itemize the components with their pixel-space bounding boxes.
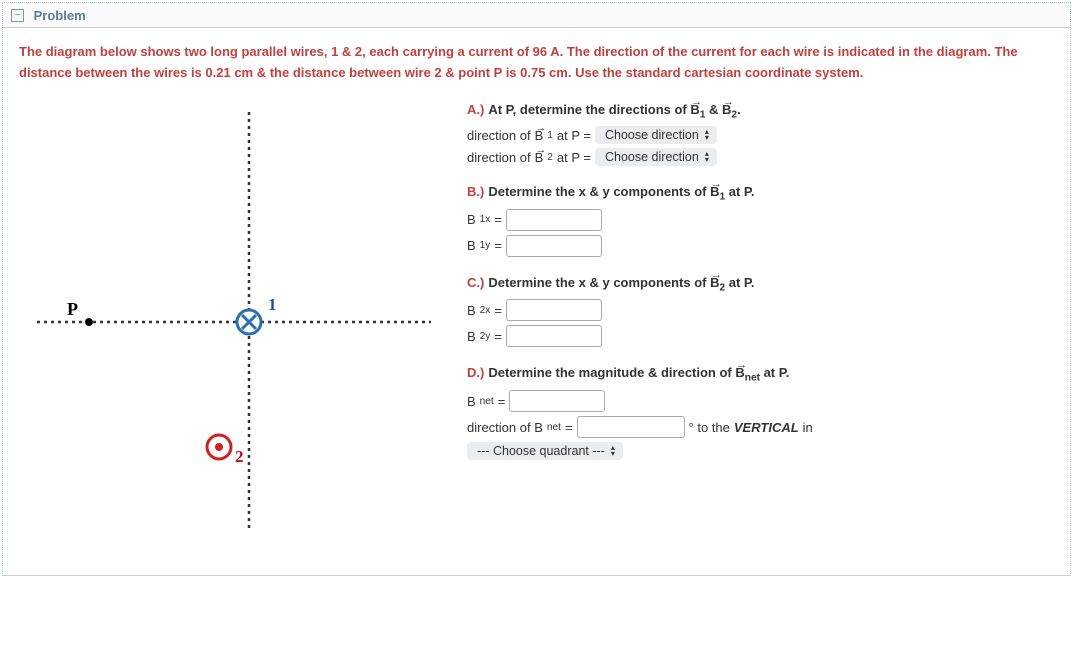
part-d-title: D.)Determine the magnitude & direction o… [467, 365, 1054, 384]
b2x-row: B2x = [467, 299, 1054, 321]
part-a-title: A.)At P, determine the directions of B1 … [467, 102, 1054, 121]
b1y-input[interactable] [506, 235, 602, 257]
b2y-input[interactable] [506, 325, 602, 347]
diagram-svg: 1 2 P [19, 102, 439, 542]
b2y-row: B2y = [467, 325, 1054, 347]
part-a-letter: A.) [467, 102, 484, 117]
bnet-input[interactable] [509, 390, 605, 412]
part-c-title: C.)Determine the x & y components of B2 … [467, 275, 1054, 294]
svg-text:1: 1 [268, 295, 277, 314]
problem-panel: − Problem The diagram below shows two lo… [2, 2, 1071, 576]
part-c-letter: C.) [467, 275, 484, 290]
diagram: 1 2 P [19, 102, 439, 545]
bnet-dir-row: direction of Bnet = ° to the VERTICAL in [467, 416, 1054, 438]
chevron-updown-icon: ▴▾ [705, 151, 709, 163]
layout: 1 2 P A.)At P, determine the directions … [19, 102, 1054, 545]
collapse-toggle[interactable]: − [11, 9, 24, 22]
part-d-letter: D.) [467, 365, 484, 380]
bnet-row: Bnet = [467, 390, 1054, 412]
b1x-row: B1x = [467, 209, 1054, 231]
chevron-updown-icon: ▴▾ [611, 445, 615, 457]
bnet-angle-input[interactable] [577, 416, 685, 438]
part-a: A.)At P, determine the directions of B1 … [467, 102, 1054, 167]
part-d: D.)Determine the magnitude & direction o… [467, 365, 1054, 460]
b2x-input[interactable] [506, 299, 602, 321]
section-header: − Problem [3, 3, 1070, 28]
bnet-quadrant-row: --- Choose quadrant --- ▴▾ [467, 442, 1054, 460]
problem-statement: The diagram below shows two long paralle… [19, 42, 1054, 84]
a-row-1: direction of B1 at P = Choose direction … [467, 126, 1054, 144]
content: The diagram below shows two long paralle… [3, 28, 1070, 575]
part-b-letter: B.) [467, 184, 484, 199]
section-title: Problem [34, 8, 86, 23]
b1y-row: B1y = [467, 235, 1054, 257]
direction-b1-select[interactable]: Choose direction ▴▾ [595, 126, 717, 144]
quadrant-select[interactable]: --- Choose quadrant --- ▴▾ [467, 442, 623, 460]
b1x-input[interactable] [506, 209, 602, 231]
svg-text:2: 2 [235, 447, 244, 466]
svg-text:P: P [67, 299, 78, 319]
part-c: C.)Determine the x & y components of B2 … [467, 275, 1054, 348]
chevron-updown-icon: ▴▾ [705, 129, 709, 141]
questions: A.)At P, determine the directions of B1 … [467, 102, 1054, 545]
a-row-2: direction of B2 at P = Choose direction … [467, 148, 1054, 166]
direction-b2-select[interactable]: Choose direction ▴▾ [595, 148, 717, 166]
part-b-title: B.)Determine the x & y components of B1 … [467, 184, 1054, 203]
part-b: B.)Determine the x & y components of B1 … [467, 184, 1054, 257]
